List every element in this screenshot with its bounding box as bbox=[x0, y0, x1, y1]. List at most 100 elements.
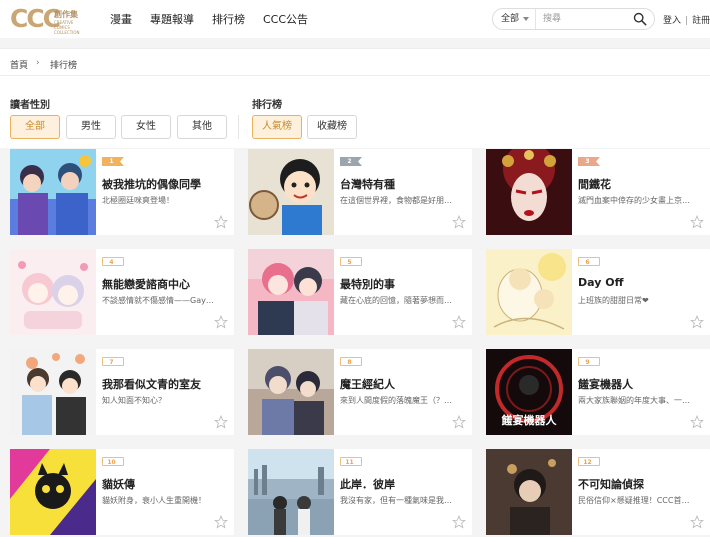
cover-thumbnail[interactable] bbox=[248, 249, 334, 335]
comic-description: 知人知面不知心？ bbox=[102, 396, 166, 405]
search-icon[interactable] bbox=[633, 12, 647, 26]
register-link[interactable]: 註冊 bbox=[692, 16, 710, 26]
ranking-card[interactable]: 3 間鐵花 滅門血案中倖存的少女畫上京劇... bbox=[486, 149, 710, 235]
chevron-down-icon[interactable] bbox=[523, 17, 529, 21]
cover-thumbnail[interactable] bbox=[486, 249, 572, 335]
comic-description: 在這個世界裡，食物都是好朋友！ bbox=[340, 196, 458, 205]
comic-title[interactable]: 魔王經紀人 bbox=[340, 376, 395, 392]
top-header: CCC 創作集 CREATIVE COMICS COLLECTION 漫畫 專題… bbox=[0, 0, 710, 38]
search-box: 全部 bbox=[492, 8, 655, 30]
star-icon[interactable] bbox=[690, 515, 704, 529]
login-link[interactable]: 登入 bbox=[663, 16, 681, 26]
filter-divider bbox=[238, 115, 239, 139]
main-nav: 漫畫 專題報導 排行榜 CCC公告 bbox=[110, 0, 326, 38]
ranking-card[interactable]: 6 Day Off 上班族的甜甜日常❤ bbox=[486, 249, 710, 335]
rank-badge: 6 bbox=[578, 257, 600, 266]
search-input[interactable] bbox=[543, 11, 623, 27]
gender-filter-label: 讀者性別 bbox=[10, 100, 50, 111]
star-icon[interactable] bbox=[690, 215, 704, 229]
gender-female-button[interactable]: 女性 bbox=[121, 115, 171, 139]
logo-wordmark: CCC bbox=[10, 4, 61, 33]
cover-thumbnail[interactable] bbox=[10, 349, 96, 435]
rank-badge: 10 bbox=[102, 457, 124, 466]
comic-description: 民俗信仰×懸疑推理！CCC首位... bbox=[578, 496, 696, 505]
star-icon[interactable] bbox=[452, 315, 466, 329]
cover-thumbnail[interactable] bbox=[248, 449, 334, 535]
cover-thumbnail[interactable] bbox=[486, 449, 572, 535]
gender-all-button[interactable]: 全部 bbox=[10, 115, 60, 139]
chevron-right-icon: › bbox=[36, 58, 40, 68]
comic-description: 滅門血案中倖存的少女畫上京劇... bbox=[578, 196, 696, 205]
star-icon[interactable] bbox=[214, 415, 228, 429]
ranking-card[interactable]: 饈宴機器人 9 饈宴機器人 兩大家族聯姻的年度大事、一場... bbox=[486, 349, 710, 435]
breadcrumb-current: 排行榜 bbox=[50, 61, 78, 71]
star-icon[interactable] bbox=[452, 215, 466, 229]
ranking-card[interactable]: 4 無能戀愛諮商中心 不談感情就不傷感情——Gay與... bbox=[10, 249, 234, 335]
star-icon[interactable] bbox=[214, 215, 228, 229]
comic-title[interactable]: 不可知論偵探 bbox=[578, 476, 644, 492]
favorites-ranking-button[interactable]: 收藏榜 bbox=[307, 115, 357, 139]
nav-ranking[interactable]: 排行榜 bbox=[212, 11, 245, 27]
rank-badge: 2 bbox=[340, 157, 362, 166]
comic-title[interactable]: 被我推坑的偶像同學 bbox=[102, 176, 201, 192]
comic-title[interactable]: 台灣特有種 bbox=[340, 176, 395, 192]
ranking-card[interactable]: 2 台灣特有種 在這個世界裡，食物都是好朋友！ bbox=[248, 149, 472, 235]
ranking-card[interactable]: 7 我那看似文青的室友 知人知面不知心？ bbox=[10, 349, 234, 435]
comic-title[interactable]: Day Off bbox=[578, 276, 623, 289]
comic-description: 貓妖附身，衰小人生重開機！ bbox=[102, 496, 206, 505]
search-divider bbox=[535, 9, 536, 29]
popularity-ranking-button[interactable]: 人氣榜 bbox=[252, 115, 302, 139]
rank-badge: 7 bbox=[102, 357, 124, 366]
logo-english: CREATIVE COMICS COLLECTION bbox=[54, 20, 80, 35]
comic-title[interactable]: 無能戀愛諮商中心 bbox=[102, 276, 190, 292]
rank-badge: 9 bbox=[578, 357, 600, 366]
ccc-logo[interactable]: CCC 創作集 CREATIVE COMICS COLLECTION bbox=[10, 4, 79, 36]
ranking-card[interactable]: 10 貓妖傳 貓妖附身，衰小人生重開機！ bbox=[10, 449, 234, 535]
rank-badge: 12 bbox=[578, 457, 600, 466]
nav-announcements[interactable]: CCC公告 bbox=[263, 11, 308, 27]
nav-comics[interactable]: 漫畫 bbox=[110, 11, 132, 27]
rank-badge: 4 bbox=[102, 257, 124, 266]
comic-description: 北極圈廷咪爽登場！ bbox=[102, 196, 174, 205]
gender-other-button[interactable]: 其他 bbox=[177, 115, 227, 139]
ranking-filter-label: 排行榜 bbox=[252, 100, 282, 111]
comic-description: 來到人間度假的落魄魔王（？）... bbox=[340, 396, 458, 405]
breadcrumb: 首頁 › 排行榜 bbox=[0, 48, 710, 76]
auth-links: 登入 | 註冊 bbox=[663, 16, 710, 26]
comic-description: 我沒有家，但有一種氣味是我唯... bbox=[340, 496, 458, 505]
cover-thumbnail[interactable] bbox=[10, 449, 96, 535]
star-icon[interactable] bbox=[690, 315, 704, 329]
ranking-card[interactable]: 12 不可知論偵探 民俗信仰×懸疑推理！CCC首位... bbox=[486, 449, 710, 535]
gender-male-button[interactable]: 男性 bbox=[66, 115, 116, 139]
comic-description: 上班族的甜甜日常❤ bbox=[578, 296, 649, 305]
comic-description: 藏在心底的回憶，隨著夢想而漸... bbox=[340, 296, 458, 305]
comic-title[interactable]: 最特別的事 bbox=[340, 276, 395, 292]
ranking-card[interactable]: 1 被我推坑的偶像同學 北極圈廷咪爽登場！ bbox=[10, 149, 234, 235]
comic-description: 不談感情就不傷感情——Gay與... bbox=[102, 296, 220, 305]
cover-title-text: 饈宴機器人 bbox=[502, 413, 558, 427]
cover-thumbnail[interactable] bbox=[248, 349, 334, 435]
rank-badge: 5 bbox=[340, 257, 362, 266]
rank-badge: 3 bbox=[578, 157, 600, 166]
star-icon[interactable] bbox=[452, 515, 466, 529]
star-icon[interactable] bbox=[452, 415, 466, 429]
star-icon[interactable] bbox=[690, 415, 704, 429]
comic-title[interactable]: 間鐵花 bbox=[578, 176, 611, 192]
cover-thumbnail[interactable] bbox=[248, 149, 334, 235]
ranking-card[interactable]: 11 此岸．彼岸 我沒有家，但有一種氣味是我唯... bbox=[248, 449, 472, 535]
nav-features[interactable]: 專題報導 bbox=[150, 11, 194, 27]
search-scope-select[interactable]: 全部 bbox=[501, 9, 535, 29]
comic-title[interactable]: 饈宴機器人 bbox=[578, 376, 633, 392]
comic-title[interactable]: 此岸．彼岸 bbox=[340, 476, 395, 492]
cover-thumbnail[interactable]: 饈宴機器人 bbox=[486, 349, 572, 435]
comic-title[interactable]: 我那看似文青的室友 bbox=[102, 376, 201, 392]
cover-thumbnail[interactable] bbox=[486, 149, 572, 235]
cover-thumbnail[interactable] bbox=[10, 249, 96, 335]
cover-thumbnail[interactable] bbox=[10, 149, 96, 235]
ranking-card[interactable]: 5 最特別的事 藏在心底的回憶，隨著夢想而漸... bbox=[248, 249, 472, 335]
ranking-card[interactable]: 8 魔王經紀人 來到人間度假的落魄魔王（？）... bbox=[248, 349, 472, 435]
star-icon[interactable] bbox=[214, 315, 228, 329]
breadcrumb-home[interactable]: 首頁 bbox=[10, 58, 28, 71]
star-icon[interactable] bbox=[214, 515, 228, 529]
comic-title[interactable]: 貓妖傳 bbox=[102, 476, 135, 492]
